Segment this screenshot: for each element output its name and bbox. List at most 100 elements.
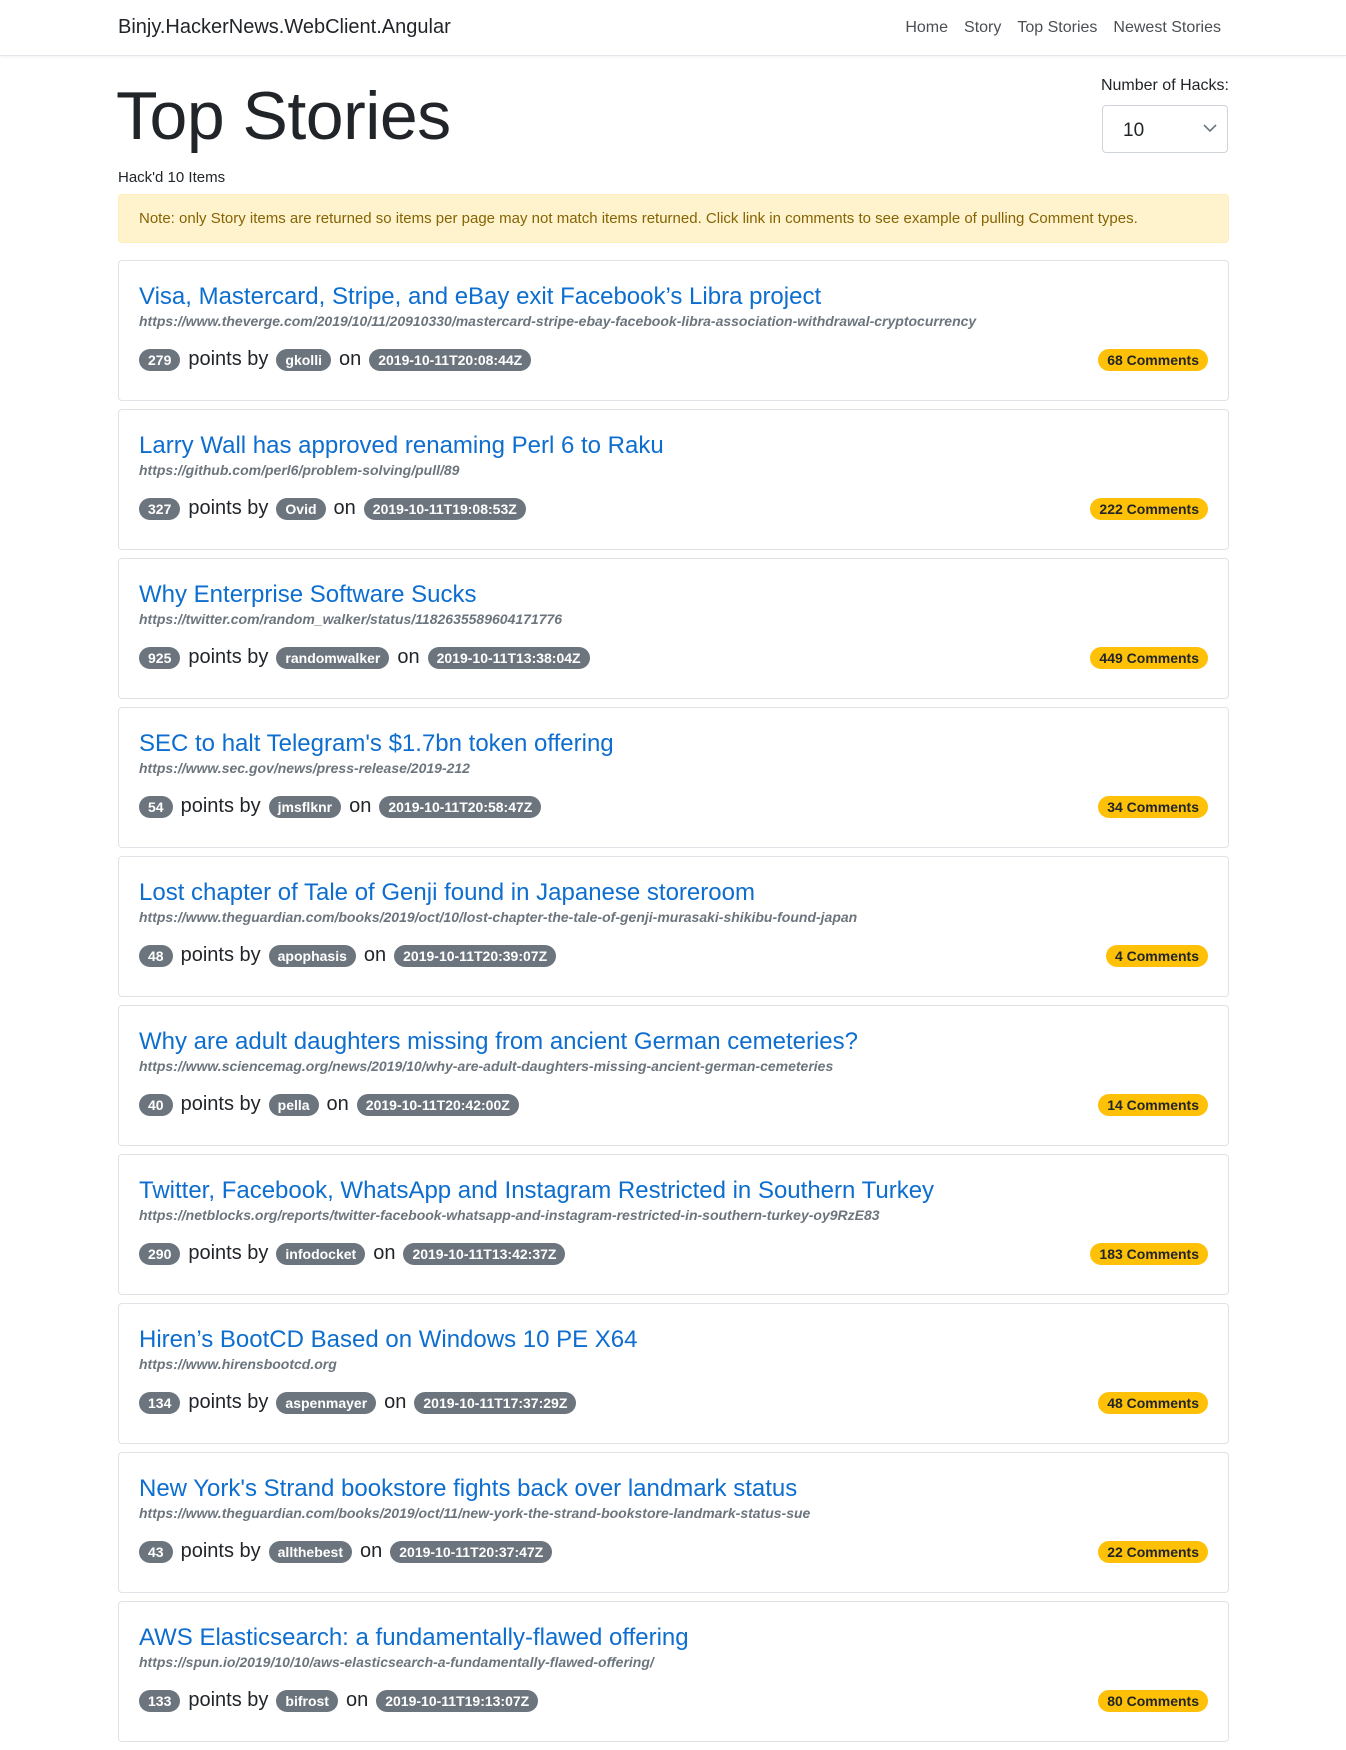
story-url: https://www.theguardian.com/books/2019/o… [139,909,858,925]
time-badge: 2019-10-11T13:42:37Z [403,1242,566,1265]
points-badge: 327 [139,497,181,520]
info-alert: Note: only Story items are returned so i… [118,194,1229,243]
number-of-hacks-label: Number of Hacks: [1100,77,1229,94]
story-title-link[interactable]: Visa, Mastercard, Stripe, and eBay exit … [139,283,821,311]
story-card: Why Enterprise Software Sucks https://tw… [118,558,1229,699]
comments-badge[interactable]: 4 Comments [1105,945,1208,967]
author-badge[interactable]: gkolli [276,348,331,371]
points-badge: 43 [139,1540,173,1563]
chevron-down-icon [1203,124,1217,133]
comments-badge[interactable]: 80 Comments [1098,1690,1208,1712]
points-by-label: points by [188,1689,269,1711]
points-by-label: points by [188,1242,269,1264]
story-meta: 279 points by gkolli on 2019-10-11T20:08… [139,348,532,371]
story-title-link[interactable]: AWS Elasticsearch: a fundamentally-flawe… [139,1624,689,1652]
story-card: AWS Elasticsearch: a fundamentally-flawe… [118,1601,1229,1742]
points-badge: 133 [139,1689,181,1712]
comments-badge[interactable]: 68 Comments [1098,349,1208,371]
author-badge[interactable]: pella [268,1093,319,1116]
story-meta: 43 points by allthebest on 2019-10-11T20… [139,1540,553,1563]
nav-links: Home Story Top Stories Newest Stories [905,19,1221,37]
story-url: https://github.com/perl6/problem-solving… [139,462,460,478]
points-by-label: points by [188,348,269,370]
story-card: New York's Strand bookstore fights back … [118,1452,1229,1593]
time-badge: 2019-10-11T20:37:47Z [390,1540,553,1563]
story-title-link[interactable]: Lost chapter of Tale of Genji found in J… [139,879,755,907]
story-list: Visa, Mastercard, Stripe, and eBay exit … [118,260,1229,1750]
on-label: on [384,1391,407,1413]
nav-link-top-stories[interactable]: Top Stories [1017,19,1097,37]
author-badge[interactable]: jmsflknr [268,795,342,818]
story-title-link[interactable]: Larry Wall has approved renaming Perl 6 … [139,432,664,460]
story-meta: 133 points by bifrost on 2019-10-11T19:1… [139,1689,539,1712]
story-meta: 290 points by infodocket on 2019-10-11T1… [139,1242,566,1265]
story-card: Lost chapter of Tale of Genji found in J… [118,856,1229,997]
time-badge: 2019-10-11T20:39:07Z [394,944,557,967]
time-badge: 2019-10-11T19:13:07Z [376,1689,539,1712]
story-title-link[interactable]: SEC to halt Telegram's $1.7bn token offe… [139,730,614,758]
author-badge[interactable]: apophasis [268,944,356,967]
points-by-label: points by [180,1540,261,1562]
author-badge[interactable]: Ovid [276,497,326,520]
time-badge: 2019-10-11T20:42:00Z [356,1093,519,1116]
story-url: https://www.theverge.com/2019/10/11/2091… [139,313,977,329]
page-title: Top Stories [116,78,451,154]
number-of-hacks-value: 10 [1123,120,1145,141]
comments-badge[interactable]: 14 Comments [1098,1094,1208,1116]
story-card: Larry Wall has approved renaming Perl 6 … [118,409,1229,550]
time-badge: 2019-10-11T20:58:47Z [379,795,542,818]
story-title-link[interactable]: Hiren’s BootCD Based on Windows 10 PE X6… [139,1326,637,1354]
points-badge: 54 [139,795,173,818]
story-card: Visa, Mastercard, Stripe, and eBay exit … [118,260,1229,401]
story-meta: 925 points by randomwalker on 2019-10-11… [139,646,590,669]
points-badge: 134 [139,1391,181,1414]
story-title-link[interactable]: New York's Strand bookstore fights back … [139,1475,797,1503]
points-by-label: points by [180,795,261,817]
points-by-label: points by [188,497,269,519]
comments-badge[interactable]: 34 Comments [1098,796,1208,818]
story-url: https://twitter.com/random_walker/status… [139,611,563,627]
time-badge: 2019-10-11T17:37:29Z [414,1391,577,1414]
story-url: https://netblocks.org/reports/twitter-fa… [139,1207,880,1223]
points-badge: 925 [139,646,181,669]
nav-link-home[interactable]: Home [905,19,948,37]
story-url: https://www.hirensbootcd.org [139,1356,337,1372]
on-label: on [363,944,387,966]
on-label: on [338,348,362,370]
story-title-link[interactable]: Why are adult daughters missing from anc… [139,1028,858,1056]
story-card: Why are adult daughters missing from anc… [118,1005,1229,1146]
author-badge[interactable]: aspenmayer [276,1391,377,1414]
points-by-label: points by [188,1391,269,1413]
comments-badge[interactable]: 222 Comments [1090,498,1208,520]
points-by-label: points by [188,646,269,668]
comments-badge[interactable]: 183 Comments [1090,1243,1208,1265]
number-of-hacks-select[interactable]: 10 [1102,105,1228,153]
time-badge: 2019-10-11T20:08:44Z [369,348,532,371]
story-title-link[interactable]: Twitter, Facebook, WhatsApp and Instagra… [139,1177,934,1205]
nav-link-story[interactable]: Story [964,19,1001,37]
story-meta: 134 points by aspenmayer on 2019-10-11T1… [139,1391,577,1414]
on-label: on [397,646,420,668]
story-url: https://www.sciencemag.org/news/2019/10/… [139,1058,834,1074]
on-label: on [333,497,356,519]
story-card: Twitter, Facebook, WhatsApp and Instagra… [118,1154,1229,1295]
story-url: https://www.theguardian.com/books/2019/o… [139,1505,811,1521]
author-badge[interactable]: randomwalker [276,646,390,669]
on-label: on [326,1093,349,1115]
story-url: https://spun.io/2019/10/10/aws-elasticse… [139,1654,654,1670]
story-meta: 48 points by apophasis on 2019-10-11T20:… [139,944,557,967]
points-badge: 290 [139,1242,181,1265]
time-badge: 2019-10-11T19:08:53Z [363,497,526,520]
author-badge[interactable]: bifrost [276,1689,338,1712]
comments-badge[interactable]: 48 Comments [1098,1392,1208,1414]
story-title-link[interactable]: Why Enterprise Software Sucks [139,581,476,609]
comments-badge[interactable]: 22 Comments [1098,1541,1208,1563]
nav-link-newest-stories[interactable]: Newest Stories [1113,19,1221,37]
brand-link[interactable]: Binjy.HackerNews.WebClient.Angular [118,16,451,39]
hack-count: Hack'd 10 Items [118,169,226,186]
story-card: Hiren’s BootCD Based on Windows 10 PE X6… [118,1303,1229,1444]
story-meta: 327 points by Ovid on 2019-10-11T19:08:5… [139,497,526,520]
author-badge[interactable]: infodocket [276,1242,366,1265]
author-badge[interactable]: allthebest [268,1540,352,1563]
comments-badge[interactable]: 449 Comments [1090,647,1208,669]
